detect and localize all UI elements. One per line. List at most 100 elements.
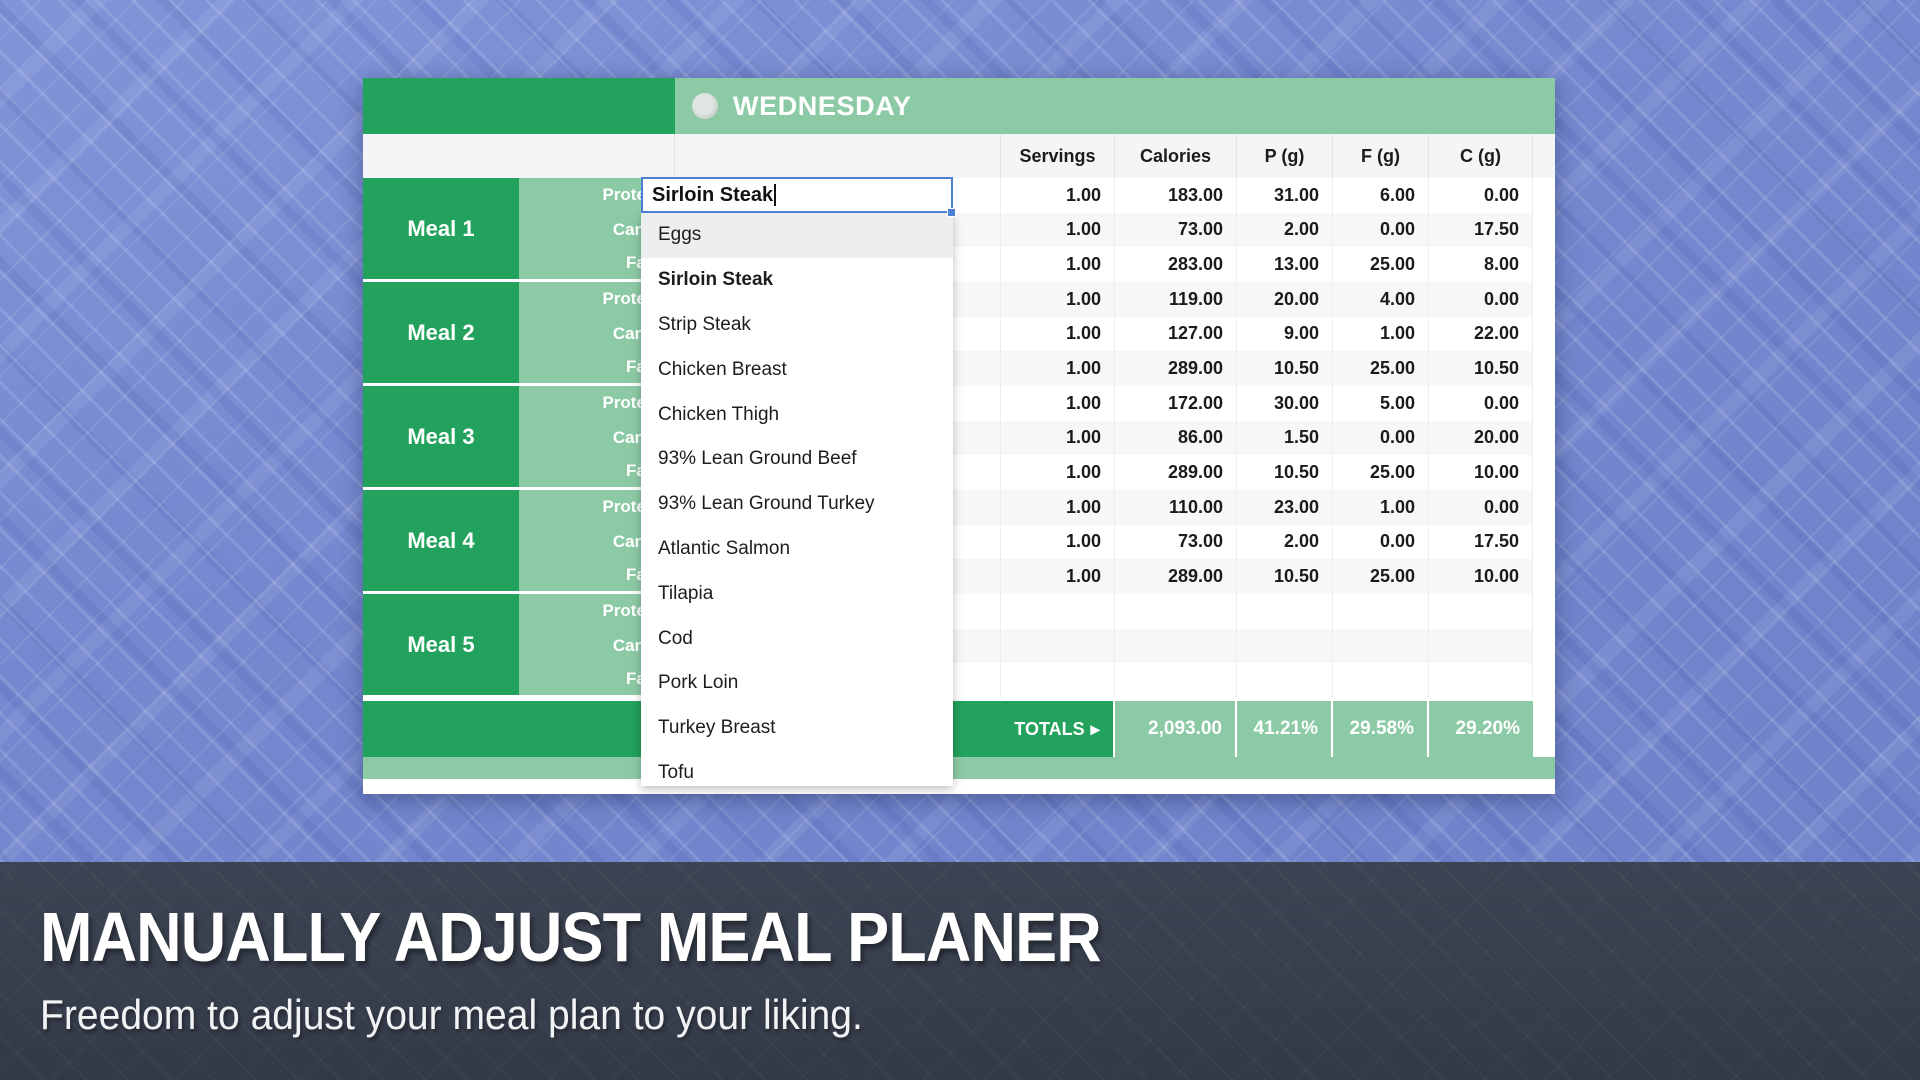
servings-cell[interactable] — [1001, 593, 1115, 629]
carbs-cell[interactable]: 8.00 — [1429, 247, 1533, 282]
dropdown-item[interactable]: Eggs — [641, 213, 953, 258]
protein-cell[interactable]: 1.50 — [1237, 420, 1333, 456]
protein-cell[interactable]: 9.00 — [1237, 316, 1333, 352]
calories-cell[interactable]: 73.00 — [1115, 212, 1237, 248]
fat-cell[interactable]: 5.00 — [1333, 385, 1429, 421]
carbs-cell[interactable]: 22.00 — [1429, 316, 1533, 352]
servings-cell[interactable]: 1.00 — [1001, 455, 1115, 490]
meal-label-cell[interactable]: Meal 1 — [363, 178, 519, 282]
fat-cell[interactable]: 6.00 — [1333, 178, 1429, 213]
meal-label-cell[interactable]: Meal 5 — [363, 594, 519, 698]
food-autocomplete-dropdown[interactable]: Eggs Sirloin Steak Strip Steak Chicken Brea… — [641, 213, 953, 786]
carbs-cell[interactable]: 0.00 — [1429, 385, 1533, 421]
dropdown-item[interactable]: Tofu — [641, 751, 953, 786]
dropdown-item[interactable]: Atlantic Salmon — [641, 527, 953, 572]
carbs-cell[interactable] — [1429, 593, 1533, 629]
servings-cell[interactable]: 1.00 — [1001, 178, 1115, 213]
carbs-cell[interactable]: 10.50 — [1429, 351, 1533, 386]
dropdown-item[interactable]: Cod — [641, 616, 953, 661]
protein-cell[interactable]: 23.00 — [1237, 489, 1333, 525]
meal-label-cell[interactable]: Meal 3 — [363, 386, 519, 490]
calories-cell[interactable]: 110.00 — [1115, 489, 1237, 525]
dropdown-item[interactable]: Sirloin Steak — [641, 258, 953, 303]
carbs-cell[interactable]: 0.00 — [1429, 281, 1533, 317]
circle-icon — [692, 93, 718, 119]
fat-cell[interactable]: 4.00 — [1333, 281, 1429, 317]
carbs-cell[interactable]: 20.00 — [1429, 420, 1533, 456]
servings-cell[interactable]: 1.00 — [1001, 524, 1115, 560]
calories-cell[interactable] — [1115, 663, 1237, 698]
carbs-cell[interactable]: 10.00 — [1429, 455, 1533, 490]
fat-cell[interactable] — [1333, 593, 1429, 629]
fat-cell[interactable]: 25.00 — [1333, 559, 1429, 594]
servings-cell[interactable]: 1.00 — [1001, 316, 1115, 352]
calories-cell[interactable]: 289.00 — [1115, 559, 1237, 594]
servings-cell[interactable]: 1.00 — [1001, 559, 1115, 594]
fat-cell[interactable]: 1.00 — [1333, 489, 1429, 525]
servings-cell[interactable] — [1001, 663, 1115, 698]
calories-cell[interactable] — [1115, 628, 1237, 664]
dropdown-item[interactable]: Tilapia — [641, 571, 953, 616]
protein-cell[interactable]: 30.00 — [1237, 385, 1333, 421]
servings-cell[interactable]: 1.00 — [1001, 489, 1115, 525]
protein-cell[interactable]: 13.00 — [1237, 247, 1333, 282]
protein-cell[interactable]: 10.50 — [1237, 351, 1333, 386]
protein-cell[interactable]: 2.00 — [1237, 524, 1333, 560]
protein-cell[interactable] — [1237, 628, 1333, 664]
fat-cell[interactable]: 25.00 — [1333, 351, 1429, 386]
carbs-cell[interactable]: 17.50 — [1429, 212, 1533, 248]
calories-cell[interactable] — [1115, 593, 1237, 629]
totals-carbs-percent: 29.20% — [1429, 701, 1533, 757]
calories-cell[interactable]: 289.00 — [1115, 455, 1237, 490]
cell-fill-handle[interactable] — [947, 208, 956, 217]
dropdown-item[interactable]: 93% Lean Ground Beef — [641, 437, 953, 482]
meal-label-cell[interactable]: Meal 4 — [363, 490, 519, 594]
calories-cell[interactable]: 86.00 — [1115, 420, 1237, 456]
calories-cell[interactable]: 119.00 — [1115, 281, 1237, 317]
calories-cell[interactable]: 172.00 — [1115, 385, 1237, 421]
fat-cell[interactable]: 0.00 — [1333, 212, 1429, 248]
dropdown-item[interactable]: 93% Lean Ground Turkey — [641, 482, 953, 527]
dropdown-item[interactable]: Chicken Breast — [641, 347, 953, 392]
dropdown-item[interactable]: Pork Loin — [641, 661, 953, 706]
servings-cell[interactable]: 1.00 — [1001, 385, 1115, 421]
fat-cell[interactable]: 0.00 — [1333, 524, 1429, 560]
protein-cell[interactable]: 10.50 — [1237, 559, 1333, 594]
carbs-cell[interactable]: 0.00 — [1429, 178, 1533, 213]
protein-cell[interactable] — [1237, 663, 1333, 698]
totals-calories: 2,093.00 — [1115, 701, 1237, 757]
fat-cell[interactable]: 25.00 — [1333, 247, 1429, 282]
calories-cell[interactable]: 127.00 — [1115, 316, 1237, 352]
food-cell-editor[interactable]: Sirloin Steak — [641, 177, 953, 213]
meal-label-cell[interactable]: Meal 2 — [363, 282, 519, 386]
carbs-cell[interactable] — [1429, 663, 1533, 698]
servings-cell[interactable]: 1.00 — [1001, 247, 1115, 282]
servings-cell[interactable] — [1001, 628, 1115, 664]
fat-cell[interactable] — [1333, 663, 1429, 698]
carbs-cell[interactable]: 17.50 — [1429, 524, 1533, 560]
carbs-cell[interactable]: 10.00 — [1429, 559, 1533, 594]
carbs-cell[interactable] — [1429, 628, 1533, 664]
protein-cell[interactable]: 2.00 — [1237, 212, 1333, 248]
calories-cell[interactable]: 289.00 — [1115, 351, 1237, 386]
dropdown-item[interactable]: Turkey Breast — [641, 706, 953, 751]
fat-cell[interactable]: 1.00 — [1333, 316, 1429, 352]
calories-cell[interactable]: 283.00 — [1115, 247, 1237, 282]
protein-cell[interactable]: 20.00 — [1237, 281, 1333, 317]
dropdown-item[interactable]: Strip Steak — [641, 303, 953, 348]
servings-cell[interactable]: 1.00 — [1001, 420, 1115, 456]
protein-cell[interactable]: 31.00 — [1237, 178, 1333, 213]
meal-label-column: Meal 1 Meal 2 Meal 3 Meal 4 Meal 5 — [363, 178, 519, 698]
carbs-cell[interactable]: 0.00 — [1429, 489, 1533, 525]
dropdown-item[interactable]: Chicken Thigh — [641, 392, 953, 437]
fat-cell[interactable] — [1333, 628, 1429, 664]
servings-cell[interactable]: 1.00 — [1001, 212, 1115, 248]
protein-cell[interactable]: 10.50 — [1237, 455, 1333, 490]
fat-cell[interactable]: 0.00 — [1333, 420, 1429, 456]
calories-cell[interactable]: 183.00 — [1115, 178, 1237, 213]
protein-cell[interactable] — [1237, 593, 1333, 629]
calories-cell[interactable]: 73.00 — [1115, 524, 1237, 560]
servings-cell[interactable]: 1.00 — [1001, 281, 1115, 317]
fat-cell[interactable]: 25.00 — [1333, 455, 1429, 490]
servings-cell[interactable]: 1.00 — [1001, 351, 1115, 386]
